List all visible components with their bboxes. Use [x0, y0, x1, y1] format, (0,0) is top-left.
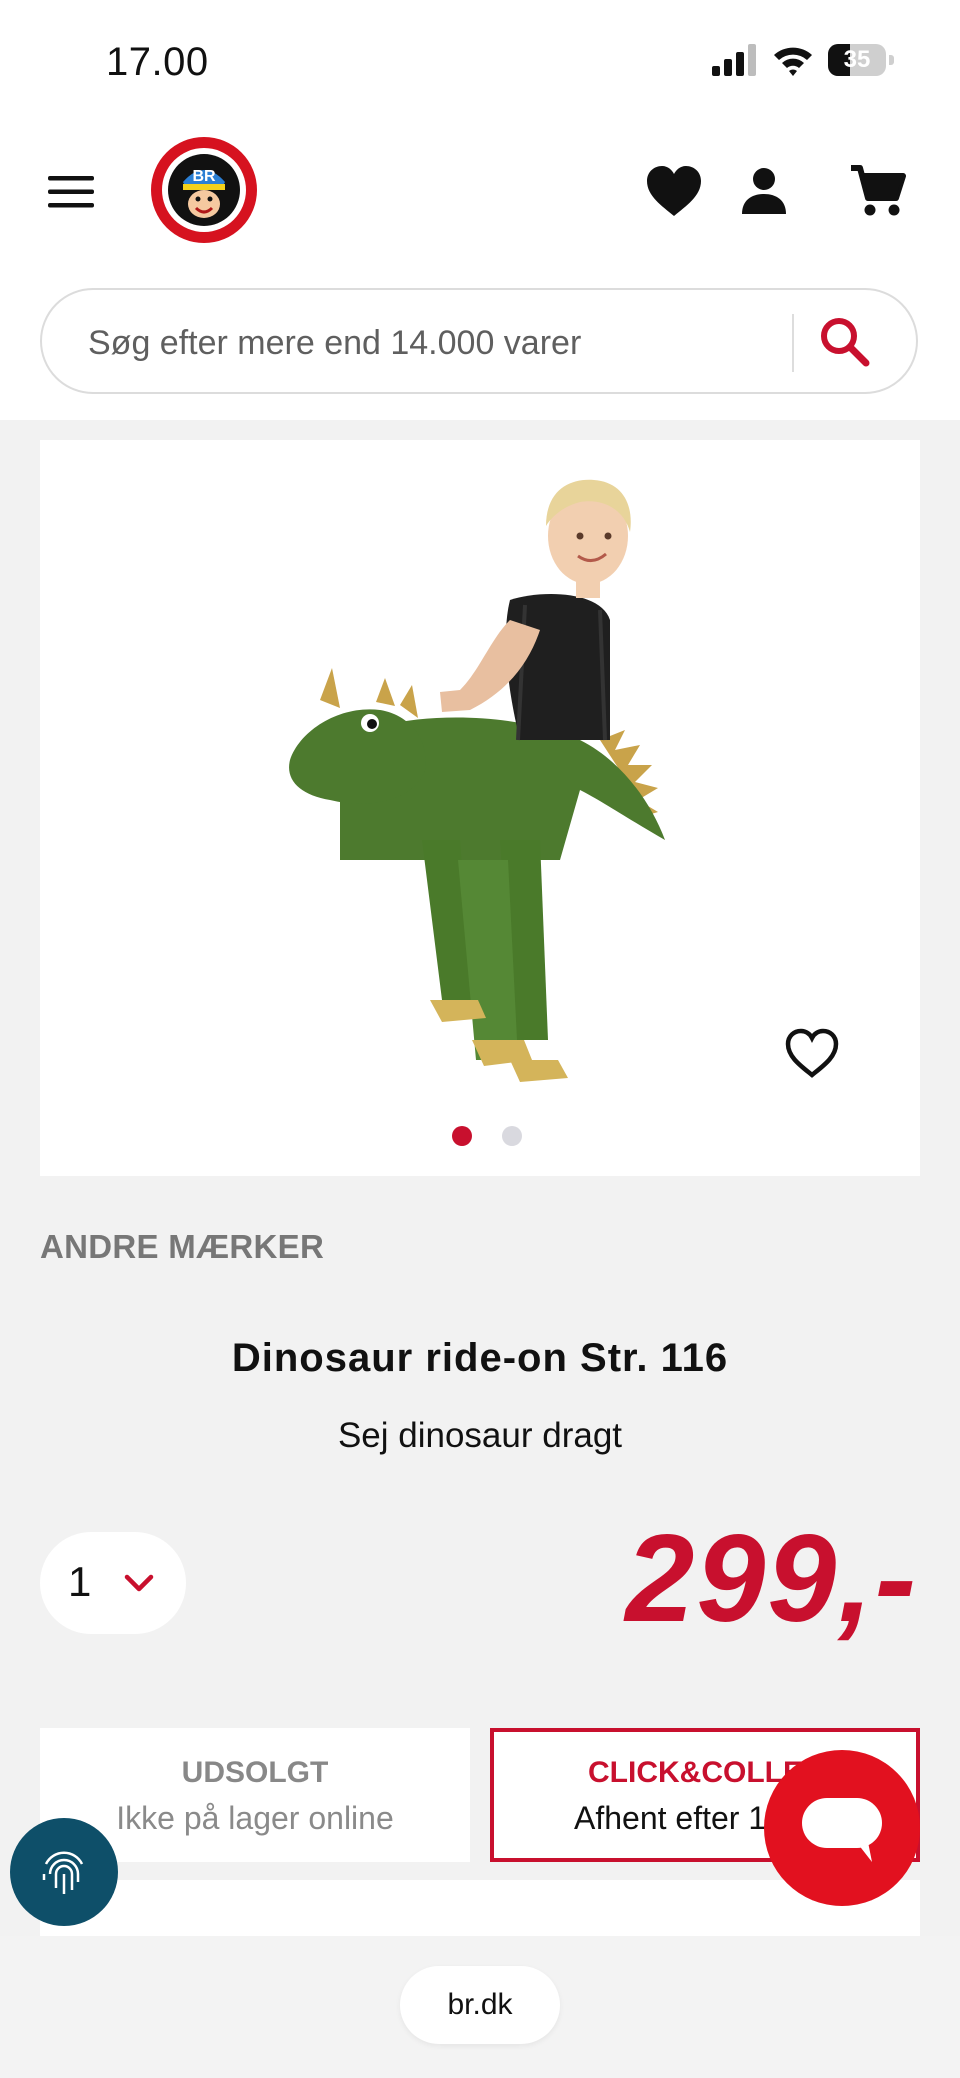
quantity-value: 1 [68, 1558, 92, 1605]
chevron-down-icon [124, 1574, 154, 1592]
user-icon[interactable] [734, 162, 794, 222]
online-status: UDSOLGT [181, 1756, 329, 1789]
heart-icon[interactable] [644, 162, 704, 222]
product-subtitle: Sej dinosaur dragt [337, 1416, 623, 1455]
fingerprint-icon [42, 1851, 84, 1894]
product-title: Dinosaur ride-on Str. 116 [231, 1336, 729, 1380]
status-icons: 35 [712, 44, 894, 76]
chat-bubble-icon [802, 1798, 882, 1862]
battery-level: 35 [843, 46, 871, 73]
product-brand[interactable]: ANDRE MÆRKER [40, 1228, 324, 1266]
search-input[interactable] [86, 312, 810, 374]
product-image-carousel[interactable] [40, 440, 920, 1176]
online-detail: Ikke på lager online [116, 1800, 394, 1836]
next-section-card [40, 1880, 920, 1940]
browser-url[interactable]: br.dk [400, 1966, 560, 2044]
hamburger-menu-icon[interactable] [46, 172, 96, 212]
search-icon[interactable] [814, 312, 878, 374]
search-divider [792, 314, 794, 372]
logo-text: BR [192, 168, 216, 185]
chat-button[interactable] [764, 1750, 920, 1906]
status-time: 17.00 [106, 40, 209, 84]
carousel-dot[interactable] [502, 1126, 522, 1146]
br-logo[interactable]: BR [150, 136, 258, 244]
fingerprint-button[interactable] [10, 1818, 118, 1926]
carousel-dot-active[interactable] [452, 1126, 472, 1146]
product-price: 299,- [625, 1510, 918, 1648]
signal-icon [712, 44, 756, 76]
wifi-icon [774, 47, 812, 76]
cart-icon[interactable] [848, 162, 908, 222]
favorite-heart-icon[interactable] [784, 1028, 840, 1080]
search-bar [40, 288, 918, 394]
battery-icon: 35 [828, 44, 894, 76]
quantity-select[interactable]: 1 [40, 1532, 186, 1634]
